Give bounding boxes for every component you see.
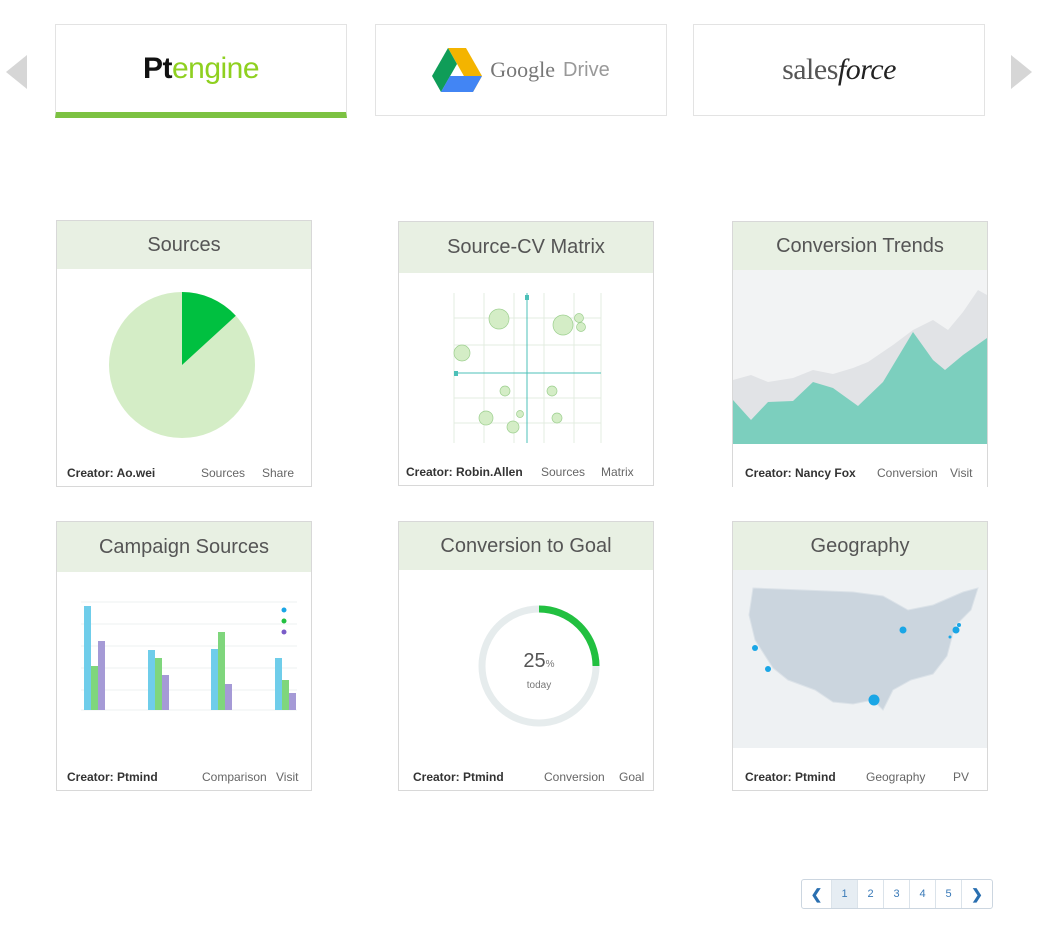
tag-share[interactable]: Share	[262, 466, 294, 480]
carousel-next-arrow[interactable]	[1011, 55, 1032, 89]
tag-visit[interactable]: Visit	[276, 770, 298, 784]
chevron-left-icon: ❮	[810, 885, 823, 902]
map-dot	[957, 623, 961, 627]
gauge-readout: 25%	[499, 650, 579, 673]
creator-label: Creator: Ptmind	[67, 770, 158, 784]
card-title: Source-CV Matrix	[399, 222, 653, 273]
page-2-button[interactable]: 2	[858, 880, 884, 908]
google-drive-logo-card[interactable]: Google Drive	[375, 24, 667, 116]
pie-chart	[109, 292, 255, 438]
creator-label: Creator: Robin.Allen	[406, 465, 523, 479]
salesforce-logo: salesforce	[782, 53, 896, 86]
geography-card[interactable]: Geography Creator: Ptmind Geography PV	[732, 521, 988, 791]
page-4-button[interactable]: 4	[910, 880, 936, 908]
google-drive-icon	[432, 48, 483, 92]
google-word: Google	[490, 57, 556, 82]
card-title: Conversion to Goal	[399, 522, 653, 570]
drive-word: Drive	[563, 58, 610, 81]
campaign-sources-card[interactable]: Campaign Sources Creator: Ptmind Compari…	[56, 521, 312, 791]
tag-goal[interactable]: Goal	[619, 770, 644, 784]
tag-conversion[interactable]: Conversion	[877, 466, 938, 480]
map-dot	[952, 626, 960, 634]
tag-sources[interactable]: Sources	[541, 465, 585, 479]
tag-visit[interactable]: Visit	[950, 466, 972, 480]
page-1-button[interactable]: 1	[832, 880, 858, 908]
chevron-right-icon: ❯	[971, 885, 983, 902]
tag-conversion[interactable]: Conversion	[544, 770, 605, 784]
tag-comparison[interactable]: Comparison	[202, 770, 267, 784]
salesforce-logo-card[interactable]: salesforce	[693, 24, 985, 116]
card-title: Conversion Trends	[733, 222, 987, 270]
conversion-trends-card[interactable]: Conversion Trends Creator: Nancy Fox Con…	[732, 221, 988, 488]
source-cv-matrix-card[interactable]: Source-CV Matrix Creator: Robin.Allen So…	[398, 221, 654, 486]
ptengine-logo: Ptengine	[142, 51, 260, 85]
gauge-label: today	[526, 680, 552, 691]
prev-page-button[interactable]: ❮	[802, 880, 832, 908]
next-page-button[interactable]: ❯	[962, 880, 992, 908]
ptengine-logo-card[interactable]: Ptengine	[55, 24, 347, 118]
map-dot	[752, 645, 758, 651]
map-dot	[868, 694, 880, 706]
creator-label: Creator: Ptmind	[413, 770, 504, 784]
matrix-chart	[453, 293, 602, 443]
bar-chart	[81, 601, 297, 711]
card-title: Campaign Sources	[57, 522, 311, 572]
map-dot	[899, 626, 907, 634]
page-5-button[interactable]: 5	[936, 880, 962, 908]
gauge-value: 25	[523, 650, 546, 672]
sources-card[interactable]: Sources Creator: Ao.wei Sources Share	[56, 220, 312, 487]
carousel-prev-arrow[interactable]	[6, 55, 27, 89]
us-map	[733, 570, 987, 748]
map-dot	[948, 635, 952, 639]
tag-geography[interactable]: Geography	[866, 770, 925, 784]
gauge-unit: %	[545, 659, 555, 670]
pagination: ❮ 1 2 3 4 5 ❯	[801, 879, 993, 909]
tag-pv[interactable]: PV	[953, 770, 969, 784]
tag-matrix[interactable]: Matrix	[601, 465, 634, 479]
card-title: Sources	[57, 221, 311, 269]
creator-label: Creator: Ao.wei	[67, 466, 156, 480]
page-3-button[interactable]: 3	[884, 880, 910, 908]
creator-label: Creator: Nancy Fox	[745, 466, 856, 480]
map-dot	[765, 666, 771, 672]
creator-label: Creator: Ptmind	[745, 770, 836, 784]
area-chart	[733, 270, 987, 444]
conversion-to-goal-card[interactable]: Conversion to Goal 25% today Creator: Pt…	[398, 521, 654, 791]
tag-sources[interactable]: Sources	[201, 466, 245, 480]
card-title: Geography	[733, 522, 987, 570]
